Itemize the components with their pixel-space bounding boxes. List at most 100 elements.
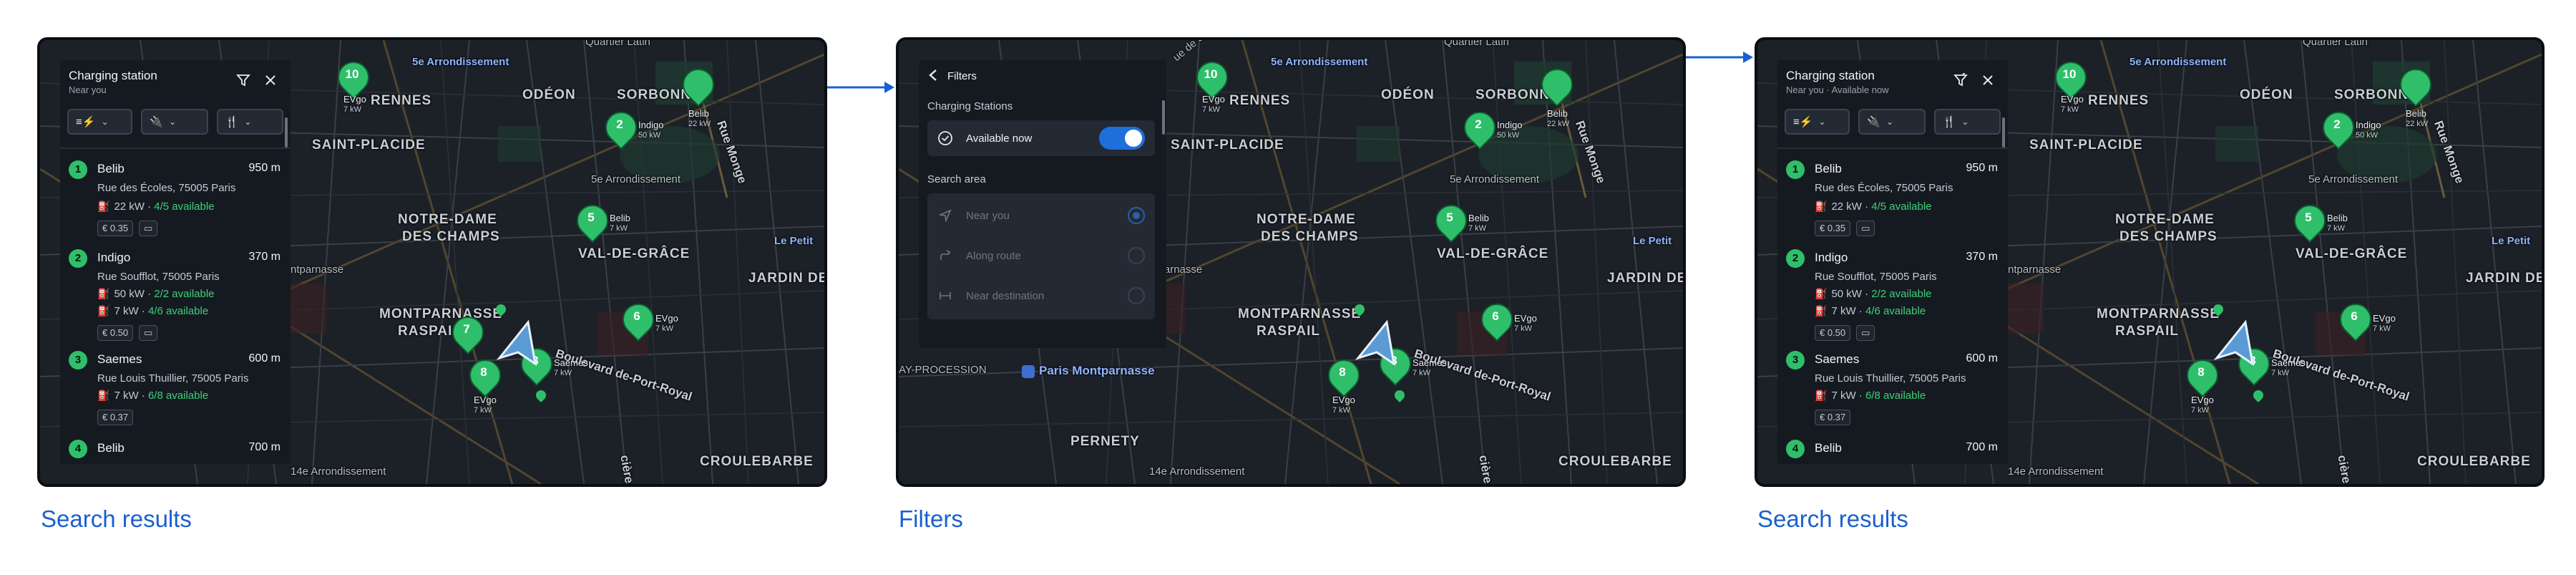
map-label-14e: 14e Arrondissement <box>291 465 386 478</box>
filter-icon[interactable] <box>232 69 255 92</box>
result-address: Rue des Écoles, 75005 Paris <box>97 182 236 194</box>
flow-arrowhead-2 <box>1743 52 1753 63</box>
paris-montparnasse-station[interactable]: Paris Montparnasse <box>1022 364 1155 378</box>
scrollbar[interactable] <box>1162 100 1165 135</box>
available-now-row[interactable]: Available now <box>937 127 1145 150</box>
result-name: Belib <box>1815 162 1842 175</box>
result-name: Belib <box>97 162 125 175</box>
map-label-saint-placide: SAINT-PLACIDE <box>312 137 426 153</box>
result-name: Belib <box>1815 441 1842 455</box>
connector-availability: 4/6 available <box>1865 305 1926 317</box>
restaurant-icon: 🍴 <box>1942 116 1956 128</box>
station-pin-6-caption: EVgo 7 kW <box>655 314 678 334</box>
scrollbar[interactable] <box>285 117 288 148</box>
result-distance: 600 m <box>1966 352 1998 364</box>
map-label-odeon: ODÉON <box>522 87 576 102</box>
map-label-quartier-latin: Quartier Latin <box>1444 37 1509 48</box>
connector-power: 7 kW · <box>114 305 148 317</box>
payment-card-icon: ▭ <box>139 221 158 236</box>
pin-name: EVgo <box>2191 395 2214 405</box>
available-now-label: Available now <box>966 132 1033 145</box>
filter-active-icon[interactable] <box>1949 69 1972 92</box>
station-pin-6-number: 6 <box>1492 309 1499 323</box>
pin-name: Saemes <box>1413 357 1447 368</box>
price-badge: € 0.50 <box>1815 325 1851 341</box>
map-label-saint-placide: SAINT-PLACIDE <box>1171 137 1284 153</box>
area-option-near-destination[interactable]: Near destination <box>937 285 1145 306</box>
search-area-card: Near you Along route Near destination <box>927 193 1155 319</box>
pin-name: Belib <box>1468 213 1489 223</box>
result-item[interactable]: 4 Belib 700 m <box>69 440 280 464</box>
result-number: 3 <box>1786 351 1805 369</box>
pin-power: 7 kW <box>1514 324 1533 333</box>
connector-chip[interactable]: 🔌 ⌄ <box>141 109 208 135</box>
result-number: 4 <box>69 440 87 458</box>
result-item[interactable]: 1 Belib 950 m Rue des Écoles, 75005 Pari… <box>69 160 280 239</box>
scrollbar[interactable] <box>2002 117 2005 148</box>
area-option-near-you[interactable]: Near you <box>937 205 1145 226</box>
map-label-le-petit: Le Petit <box>774 235 814 247</box>
restaurant-icon: 🍴 <box>225 116 239 128</box>
pin-power: 7 kW <box>1202 105 1221 114</box>
connector-availability: 4/5 available <box>1871 200 1932 213</box>
connector-availability: 6/8 available <box>147 390 209 402</box>
pin-name: Belib <box>1547 108 1568 119</box>
pin-power: 7 kW <box>1468 224 1487 233</box>
area-option-label: Along route <box>966 249 1021 262</box>
connector-availability: 2/2 available <box>1871 288 1932 300</box>
map-label-jardin-des: JARDIN DES <box>748 271 824 286</box>
amenity-chip[interactable]: 🍴 ⌄ <box>216 109 283 135</box>
connector-icon: ⛽ <box>1815 305 1828 317</box>
radio-along-route[interactable] <box>1128 247 1145 264</box>
sort-chip[interactable]: ≡⚡ ⌄ <box>1785 109 1850 135</box>
result-item[interactable]: 1 Belib 950 m Rue des Écoles, 75005 Pari… <box>1786 160 1998 239</box>
area-option-along-route[interactable]: Along route <box>937 245 1145 266</box>
result-address: Rue Soufflot, 75005 Paris <box>1815 271 1937 283</box>
result-item[interactable]: 2 Indigo 370 m Rue Soufflot, 75005 Paris… <box>69 249 280 342</box>
station-pin-2-number: 2 <box>2333 117 2341 131</box>
station-pin-10-caption: EVgo 7 kW <box>2061 95 2084 115</box>
close-icon[interactable] <box>259 69 282 92</box>
map-label-arrondissement: 5e Arrondissement <box>1271 56 1368 68</box>
connector-power: 50 kW · <box>1831 288 1872 300</box>
connector-power: 7 kW · <box>1831 305 1865 317</box>
close-icon[interactable] <box>1976 69 1999 92</box>
connector-icon: ⛽ <box>1815 390 1828 401</box>
map-label-notre-dame-2: DES CHAMPS <box>1261 229 1359 244</box>
connector-chip[interactable]: 🔌 ⌄ <box>1858 109 1926 135</box>
result-address: Rue Soufflot, 75005 Paris <box>97 271 220 283</box>
result-item[interactable]: 3 Saemes 600 m Rue Louis Thuillier, 7500… <box>69 351 280 430</box>
result-item[interactable]: 4 Belib 700 m <box>1786 440 1998 464</box>
connector-line: ⛽ 7 kW · 6/8 available <box>97 390 208 402</box>
pin-name: EVgo <box>474 395 497 405</box>
available-now-toggle[interactable] <box>1099 127 1145 150</box>
result-badges: € 0.50 ▭ <box>1815 325 1875 341</box>
pin-power: 7 kW <box>610 224 628 233</box>
sort-ev-icon: ≡⚡ <box>1793 116 1813 128</box>
amenity-chip[interactable]: 🍴 ⌄ <box>1933 109 2001 135</box>
area-option-label: Near destination <box>966 289 1045 302</box>
plug-icon: 🔌 <box>150 116 164 128</box>
map-label-montparnasse: MONTPARNASSE <box>379 306 503 322</box>
map-label-arrondissement: 5e Arrondissement <box>412 56 509 68</box>
filter-chips: ≡⚡ ⌄ 🔌 ⌄ 🍴 ⌄ <box>67 109 283 135</box>
back-arrow-icon[interactable] <box>926 67 942 83</box>
map-label-arrondissement: 5e Arrondissement <box>2129 56 2227 68</box>
result-address: Rue Louis Thuillier, 75005 Paris <box>97 372 249 385</box>
radio-near-destination[interactable] <box>1128 287 1145 304</box>
pin-name: Belib <box>2327 213 2348 223</box>
map-label-notre-dame-2: DES CHAMPS <box>2119 229 2218 244</box>
pin-power: 7 kW <box>2373 324 2391 333</box>
station-pin-belib-top-caption: Belib 22 kW <box>1547 109 1569 129</box>
result-item[interactable]: 3 Saemes 600 m Rue Louis Thuillier, 7500… <box>1786 351 1998 430</box>
radio-near-you[interactable] <box>1128 207 1145 224</box>
connector-power: 7 kW · <box>1831 390 1865 402</box>
station-pin-10-number: 10 <box>1204 67 1218 81</box>
result-item[interactable]: 2 Indigo 370 m Rue Soufflot, 75005 Paris… <box>1786 249 1998 342</box>
chevron-down-icon: ⌄ <box>169 117 177 127</box>
section-charging-stations: Charging Stations <box>927 100 1013 112</box>
map-label-jardin-des: JARDIN DES <box>2466 271 2542 286</box>
destination-icon <box>937 288 953 304</box>
sort-chip[interactable]: ≡⚡ ⌄ <box>67 109 133 135</box>
station-pin-8-caption: EVgo 7 kW <box>2191 395 2214 415</box>
